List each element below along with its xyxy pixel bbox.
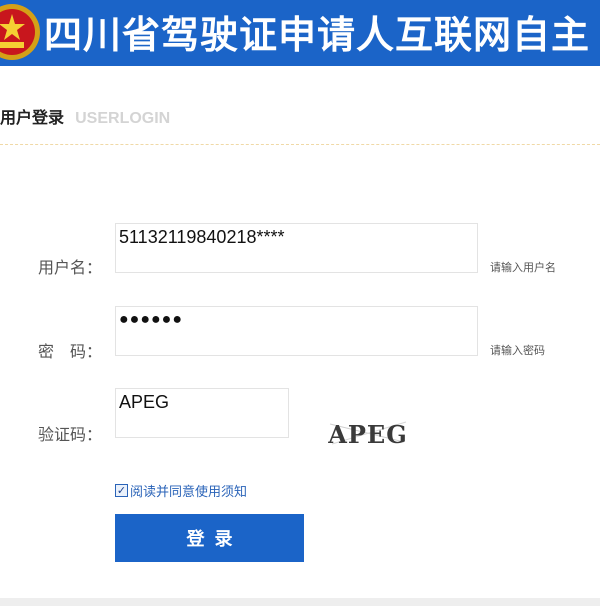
captcha-image[interactable]: APEG xyxy=(326,416,410,450)
national-emblem-icon xyxy=(0,4,40,60)
section-divider xyxy=(0,144,600,145)
agree-text[interactable]: 阅读并同意使用须知 xyxy=(130,481,247,500)
password-input[interactable]: ●●●●●● xyxy=(115,306,478,356)
footer-band xyxy=(0,598,600,606)
site-title: 四川省驾驶证申请人互联网自主 xyxy=(44,13,591,57)
username-input[interactable]: 51132119840218**** xyxy=(115,223,478,273)
section-heading: 用户登录 USERLOGIN xyxy=(0,104,170,128)
site-header: 四川省驾驶证申请人互联网自主 xyxy=(0,0,600,66)
password-hint: 请输入密码 xyxy=(490,344,545,357)
username-label: 用户名： xyxy=(38,258,103,277)
checkbox-checked-icon[interactable]: ✓ xyxy=(115,484,128,497)
captcha-text: APEG xyxy=(327,420,407,449)
username-hint: 请输入用户名 xyxy=(490,261,556,274)
password-label: 密 码： xyxy=(38,342,103,361)
agree-terms[interactable]: ✓ 阅读并同意使用须知 xyxy=(115,481,247,500)
captcha-label: 验证码： xyxy=(38,425,103,444)
login-button[interactable]: 登录 xyxy=(115,514,304,562)
captcha-input[interactable]: APEG xyxy=(115,388,289,438)
section-title: 用户登录 xyxy=(0,108,65,127)
section-subtitle: USERLOGIN xyxy=(75,110,171,127)
